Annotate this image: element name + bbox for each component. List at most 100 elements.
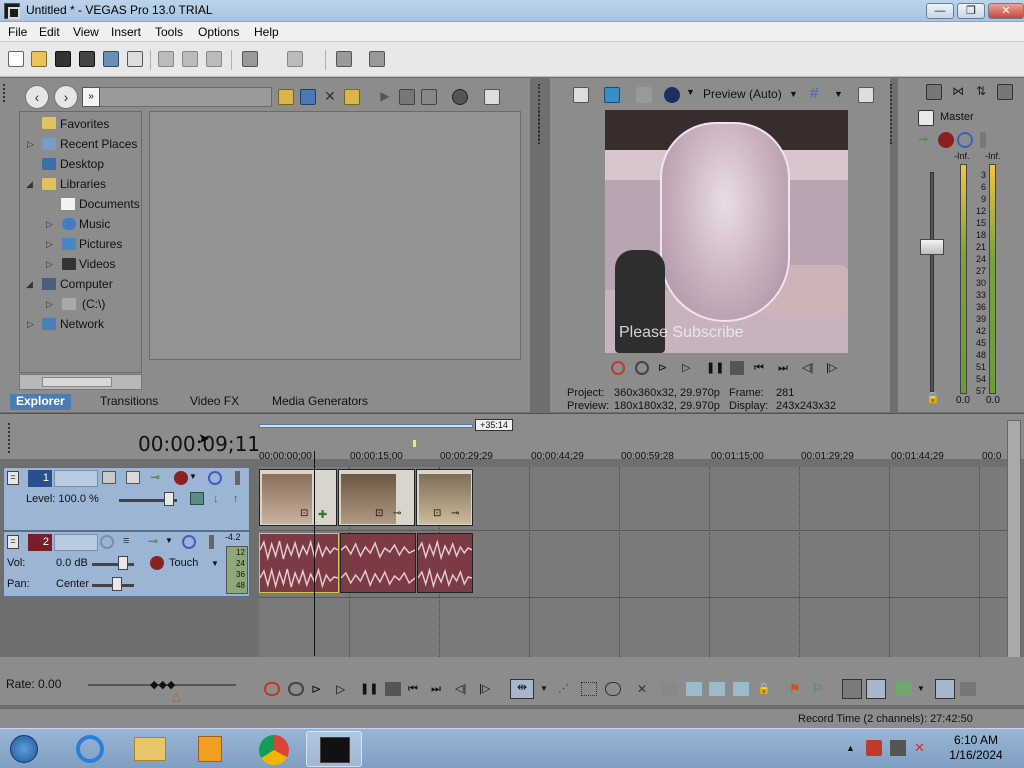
master-fx-icon[interactable] (938, 132, 954, 148)
playhead-cursor[interactable] (314, 451, 315, 656)
compositing-mode-icon[interactable] (102, 471, 116, 484)
solo-icon[interactable] (980, 132, 986, 148)
forward-button[interactable]: › (54, 85, 78, 109)
tree-item-music[interactable]: Music (79, 217, 110, 231)
delete-event-icon[interactable]: ✕ (637, 682, 653, 696)
tree-item-documents[interactable]: Documents (79, 197, 140, 211)
audio-track-fx-routing-icon[interactable]: ⊸ (148, 535, 162, 549)
go-to-start-icon[interactable]: ⏮ (754, 361, 768, 375)
preview-quality-select[interactable]: Preview (Auto) (703, 87, 782, 101)
dropdown-icon[interactable]: ▼ (686, 87, 696, 103)
play-icon[interactable]: ▷ (336, 682, 352, 696)
next-frame-icon[interactable]: |▷ (826, 361, 840, 375)
mute-track-icon[interactable] (208, 471, 222, 485)
play-from-start-icon[interactable]: ⊳ (311, 682, 327, 696)
video-clip[interactable]: ⊡ ✚ (259, 469, 337, 526)
panel-splitter[interactable] (890, 84, 893, 144)
play-from-start-icon[interactable]: ⊳ (658, 361, 672, 375)
delete-icon[interactable]: ✕ (322, 89, 338, 105)
loop-region-bar[interactable] (259, 424, 473, 428)
menu-edit[interactable]: Edit (39, 25, 60, 39)
video-track-header[interactable]: = 1 ⊸ ▼ Level: 100.0 % ↓ ↑ (3, 467, 250, 531)
pan-crop-icon[interactable]: ⊡ (300, 508, 308, 519)
volume-slider-knob[interactable] (118, 556, 128, 570)
automation-dropdown-icon[interactable]: ▼ (211, 559, 219, 568)
taskbar-clock[interactable]: 6:10 AM 1/16/2024 (946, 733, 1006, 763)
panel-grip[interactable] (3, 84, 7, 102)
external-monitor-icon[interactable] (604, 87, 620, 103)
properties-icon[interactable] (127, 51, 143, 67)
show-hidden-icons-icon[interactable]: ▲ (846, 743, 855, 753)
track-minimize-icon[interactable]: = (7, 471, 19, 485)
audio-track-name-field[interactable] (54, 534, 98, 551)
stop-icon[interactable] (385, 682, 401, 696)
loop-playback-icon[interactable] (635, 361, 649, 375)
refresh-icon[interactable] (300, 89, 316, 105)
trim-icon[interactable] (661, 682, 677, 696)
menu-tools[interactable]: Tools (155, 25, 183, 39)
routing-dropdown-icon[interactable]: ▼ (165, 536, 173, 545)
preview-properties-icon[interactable] (573, 87, 589, 103)
track-motion-icon[interactable]: ⊸ (150, 471, 164, 484)
stop-icon[interactable] (730, 361, 744, 375)
video-fx-icon[interactable] (664, 87, 680, 103)
scrollbar-thumb[interactable] (42, 377, 112, 387)
menu-view[interactable]: View (73, 25, 99, 39)
tree-item-network[interactable]: Network (60, 317, 104, 331)
keyframe-down-icon[interactable]: ↓ (213, 493, 219, 505)
keyframe-up-icon[interactable]: ↑ (233, 493, 239, 505)
tab-explorer[interactable]: Explorer (10, 394, 71, 410)
record-icon[interactable] (611, 361, 625, 375)
pause-icon[interactable]: ❚❚ (706, 361, 724, 375)
menu-options[interactable]: Options (198, 25, 239, 39)
event-fx-icon[interactable]: ⊸ (451, 508, 459, 519)
tab-media-generators[interactable]: Media Generators (266, 394, 374, 410)
mute-icon[interactable] (957, 132, 973, 148)
copy-icon[interactable] (182, 51, 198, 67)
master-meters-icon[interactable] (997, 84, 1013, 100)
audio-track-header[interactable]: = 2 ≡ ⊸ ▼ -4.2 12 24 36 48 Vol: 0.0 dB T… (3, 531, 250, 597)
collapse-arrow-icon[interactable]: ◢ (26, 279, 33, 290)
expand-arrow-icon[interactable]: ▷ (46, 219, 53, 230)
parent-motion-icon[interactable] (126, 471, 140, 484)
next-frame-icon[interactable]: |▷ (479, 682, 495, 696)
timeline-vertical-scrollbar[interactable] (1007, 420, 1021, 660)
expand-arrow-icon[interactable]: ▷ (27, 319, 34, 330)
video-track-name-field[interactable] (54, 470, 98, 487)
tree-horizontal-scrollbar[interactable] (19, 374, 142, 390)
undo-dropdown-icon[interactable] (266, 51, 274, 67)
paste-icon[interactable] (206, 51, 222, 67)
file-list-pane[interactable] (149, 111, 521, 360)
render-as-icon[interactable] (103, 51, 119, 67)
panel-grip[interactable] (8, 423, 11, 453)
tree-item-desktop[interactable]: Desktop (60, 157, 104, 171)
save-icon[interactable] (55, 51, 71, 67)
enable-snapping-icon[interactable] (336, 51, 352, 67)
ripple-dropdown-icon[interactable]: ▼ (917, 682, 933, 696)
previous-frame-icon[interactable]: ◁| (802, 361, 816, 375)
new-folder-icon[interactable] (344, 89, 360, 105)
bus-fx-icon[interactable]: ⊸ (918, 132, 934, 148)
address-dropdown-icon[interactable]: » (82, 87, 100, 107)
start-preview-icon[interactable]: ▶ (377, 89, 393, 105)
open-folder-icon[interactable] (31, 51, 47, 67)
video-clip[interactable]: ⊡ ⊸ (416, 469, 473, 526)
pan-crop-icon[interactable]: ⊡ (375, 508, 383, 519)
tab-video-fx[interactable]: Video FX (184, 394, 245, 410)
lock-icon[interactable]: 🔒 (926, 392, 942, 408)
tree-item-recent-places[interactable]: Recent Places (60, 137, 137, 151)
track-fx-icon[interactable] (174, 471, 188, 485)
arm-for-record-icon[interactable] (100, 535, 114, 549)
undo-icon[interactable] (242, 51, 258, 67)
trim-start-icon[interactable] (686, 682, 702, 696)
network-tray-icon[interactable] (890, 740, 906, 756)
ignore-grouping-icon[interactable] (960, 682, 976, 696)
tree-item-pictures[interactable]: Pictures (79, 237, 122, 251)
previous-frame-icon[interactable]: ◁| (455, 682, 471, 696)
split-icon[interactable] (733, 682, 749, 696)
whats-this-help-icon[interactable] (369, 51, 385, 67)
loop-playback-icon[interactable] (288, 682, 304, 696)
menu-file[interactable]: File (8, 25, 27, 39)
pause-icon[interactable]: ❚❚ (360, 682, 378, 696)
back-button[interactable]: ‹ (25, 85, 49, 109)
